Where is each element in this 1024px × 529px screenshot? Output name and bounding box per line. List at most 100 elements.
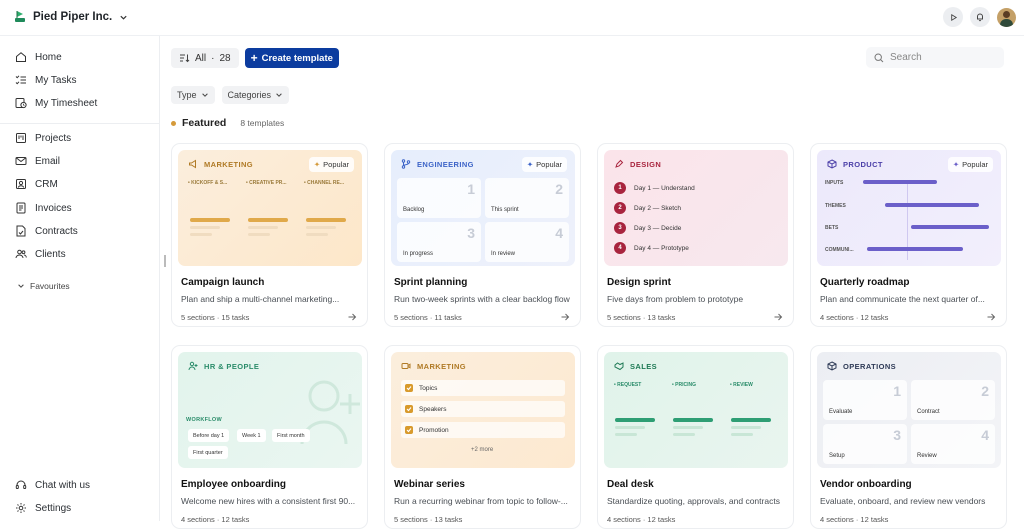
checkbox-checked-icon [405, 384, 413, 392]
board-column-label: • REVIEW [730, 382, 753, 388]
card-category-label: SALES [630, 361, 658, 371]
sort-icon [180, 54, 190, 63]
board-task-line [615, 426, 645, 429]
categories-filter[interactable]: Categories [221, 86, 290, 104]
branch-icon [401, 159, 411, 169]
filters: Type Categories [171, 86, 290, 104]
sidebar-item-label: Invoices [35, 202, 72, 214]
card-category: MARKETING [401, 361, 466, 371]
card-meta: 4 sections · 12 tasks [820, 313, 889, 322]
board-column-label: • PRICING [672, 382, 696, 388]
avatar[interactable] [997, 7, 1016, 27]
template-card-vendor-onboarding[interactable]: OPERATIONS 1 Evaluate 2 Contract 3 Setup 4 R… [810, 345, 1007, 529]
all-templates-button[interactable]: All · 28 [171, 48, 239, 68]
sidebar-item-email[interactable]: Email [15, 155, 60, 167]
board-column-label-text: REVIEW [733, 382, 753, 388]
card-category-label: ENGINEERING [417, 159, 474, 169]
step-label: Day 1 — Understand [634, 184, 695, 192]
card-preview: PRODUCT ✦ Popular INPUTS THEMES BETS COMM… [817, 150, 1001, 266]
board-column-label-text: CHANNEL RE... [307, 180, 344, 186]
settings-label: Settings [35, 502, 72, 514]
kanban-grid: 1 Evaluate 2 Contract 3 Setup 4 Review [823, 380, 995, 464]
search-input[interactable]: Search [866, 47, 1004, 68]
board-task-line [306, 226, 336, 229]
step-item: 1 Day 1 — Understand [614, 182, 695, 194]
workflow-label: WORKFLOW [186, 417, 223, 423]
card-title: Employee onboarding [181, 479, 287, 490]
card-title: Webinar series [394, 479, 465, 490]
notifications-button[interactable] [970, 7, 990, 27]
sidebar-item-invoices[interactable]: Invoices [15, 202, 72, 214]
card-category: ENGINEERING [401, 159, 474, 169]
board-column: • REVIEW [730, 382, 782, 436]
checkbox-checked-icon [405, 426, 413, 434]
sidebar-item-contracts[interactable]: Contracts [15, 225, 78, 237]
template-card-campaign-launch[interactable]: MARKETING ✦ Popular • KICKOFF & S... • CR… [171, 143, 368, 327]
sidebar-resize-handle[interactable] [164, 255, 166, 267]
cell-number: 3 [893, 427, 901, 443]
template-card-quarterly-roadmap[interactable]: PRODUCT ✦ Popular INPUTS THEMES BETS COMM… [810, 143, 1007, 327]
box-icon [827, 361, 837, 371]
user-plus-icon [188, 361, 198, 371]
board-column-label: • CREATIVE PR... [246, 180, 287, 186]
sidebar-item-label: CRM [35, 178, 58, 190]
separator-dot: · [211, 52, 215, 64]
template-card-design-sprint[interactable]: DESIGN 1 Day 1 — Understand 2 Day 2 — Sket… [597, 143, 794, 327]
chat-with-us-button[interactable]: Chat with us [15, 479, 90, 491]
board-task-bar [673, 418, 713, 422]
sidebar-item-crm[interactable]: CRM [15, 178, 58, 190]
chevron-down-icon [276, 93, 282, 97]
sidebar-item-my-timesheet[interactable]: My Timesheet [15, 97, 97, 109]
card-category-label: MARKETING [204, 159, 254, 169]
email-icon [15, 157, 27, 165]
arrow-right-icon [987, 313, 996, 321]
card-category: DESIGN [614, 159, 661, 169]
board-column-label: • REQUEST [614, 382, 642, 388]
sidebar-item-projects[interactable]: Projects [15, 132, 71, 144]
more-items-label: +2 more [471, 447, 494, 453]
board-column-label-text: PRICING [675, 382, 696, 388]
type-filter-label: Type [177, 90, 197, 100]
board-column: • CHANNEL RE... [304, 180, 356, 260]
favourites-toggle[interactable]: Favourites [17, 281, 70, 291]
template-card-webinar-series[interactable]: MARKETING Topics Speakers Promotion +2 m… [384, 345, 581, 529]
card-category-label: DESIGN [630, 159, 662, 169]
card-meta: 5 sections · 11 tasks [394, 313, 462, 322]
sidebar-item-label: Projects [35, 132, 72, 144]
sidebar: Home My Tasks My Timesheet Projects Emai… [0, 36, 160, 521]
create-template-button[interactable]: + Create template [244, 48, 339, 68]
bell-icon [977, 13, 983, 22]
sidebar-item-label: My Tasks [35, 74, 77, 86]
type-filter[interactable]: Type [171, 86, 215, 104]
board-task-bar [615, 418, 655, 422]
sidebar-item-clients[interactable]: Clients [15, 248, 66, 260]
chevron-down-icon [201, 93, 208, 97]
template-card-sprint-planning[interactable]: ENGINEERING ✦ Popular 1 Backlog 2 This spri… [384, 143, 581, 327]
play-icon [950, 13, 957, 21]
card-category: PRODUCT [827, 159, 883, 169]
card-description: Plan and ship a multi-channel marketing.… [181, 294, 340, 304]
workflow-chip: Before day 1 [188, 429, 230, 442]
grid-cell: 3 In progress [397, 222, 481, 262]
template-card-deal-desk[interactable]: SALES • REQUEST • PRICING • REVIEW Deal … [597, 345, 794, 529]
board-column-label: • KICKOFF & S... [188, 180, 228, 186]
all-label: All [195, 52, 207, 64]
sidebar-item-my-tasks[interactable]: My Tasks [15, 74, 77, 86]
play-button[interactable] [943, 7, 963, 27]
cell-label: Evaluate [829, 409, 853, 415]
org-switcher[interactable]: Pied Piper Inc. [14, 10, 128, 24]
grid-cell: 1 Backlog [397, 178, 481, 218]
card-description: Welcome new hires with a consistent firs… [181, 496, 356, 506]
settings-button[interactable]: Settings [15, 502, 71, 514]
board-task-line [190, 226, 220, 229]
categories-filter-label: Categories [227, 90, 272, 100]
sidebar-item-home[interactable]: Home [15, 51, 62, 63]
templates-toolbar: All · 28 + Create template [171, 48, 339, 68]
roadmap-bar [911, 225, 989, 229]
step-item: 2 Day 2 — Sketch [614, 202, 681, 214]
cell-number: 3 [467, 225, 475, 241]
template-card-employee-onboarding[interactable]: HR & PEOPLE WORKFLOW Before day 1 Week 1… [171, 345, 368, 529]
card-title: Vendor onboarding [820, 479, 912, 490]
sparkle-icon: ✦ [313, 160, 321, 169]
board-task-line [731, 426, 761, 429]
